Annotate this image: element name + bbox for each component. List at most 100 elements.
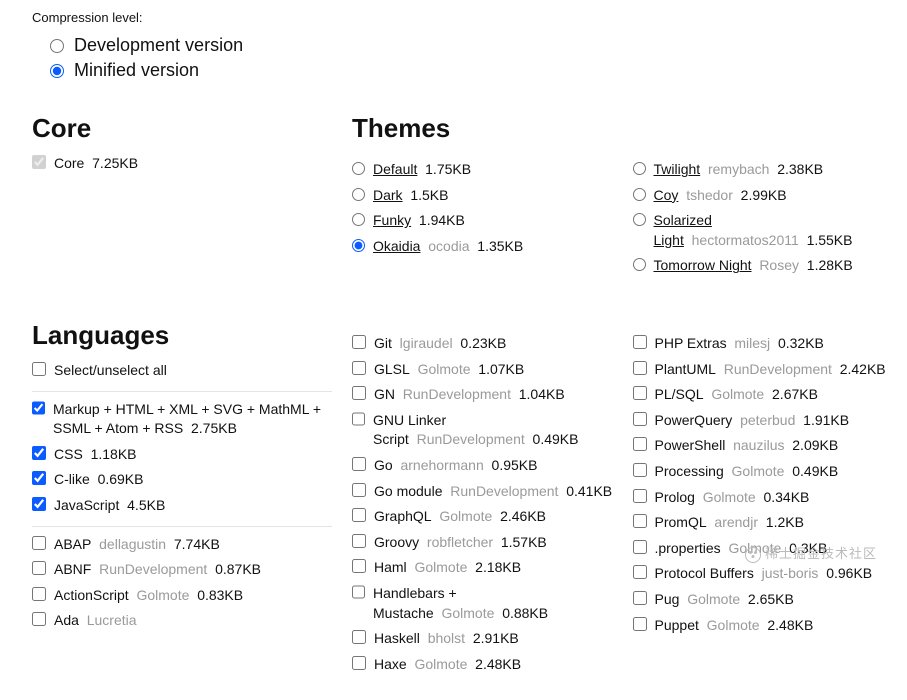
option-row[interactable]: ABNF RunDevelopment 0.87KB xyxy=(32,560,332,580)
option-checkbox[interactable] xyxy=(633,565,647,579)
option-row[interactable]: Dark 1.5KB xyxy=(352,186,613,206)
option-checkbox[interactable] xyxy=(633,335,647,349)
option-checkbox[interactable] xyxy=(32,612,46,626)
option-checkbox[interactable] xyxy=(32,471,46,485)
option-row[interactable]: Core 7.25KB xyxy=(32,154,332,174)
option-row[interactable]: CSS 1.18KB xyxy=(32,445,332,465)
option-row[interactable]: ActionScript Golmote 0.83KB xyxy=(32,586,332,606)
option-row[interactable]: Go module RunDevelopment 0.41KB xyxy=(352,482,613,502)
option-row[interactable]: GNU Linker Script RunDevelopment 0.49KB xyxy=(352,411,613,450)
option-checkbox[interactable] xyxy=(32,536,46,550)
option-row[interactable]: Pug Golmote 2.65KB xyxy=(633,590,894,610)
option-checkbox[interactable] xyxy=(633,412,647,426)
option-row[interactable]: Prolog Golmote 0.34KB xyxy=(633,488,894,508)
option-checkbox[interactable] xyxy=(32,446,46,460)
option-size: 7.74KB xyxy=(174,536,220,552)
option-checkbox[interactable] xyxy=(352,656,366,670)
theme-radio[interactable] xyxy=(352,239,365,252)
option-checkbox[interactable] xyxy=(352,630,366,644)
option-label: Git xyxy=(374,335,392,351)
option-label: PL/SQL xyxy=(655,386,704,402)
option-row[interactable]: JavaScript 4.5KB xyxy=(32,496,332,516)
option-label: ABNF xyxy=(54,561,91,577)
option-checkbox[interactable] xyxy=(633,591,647,605)
option-label: JavaScript xyxy=(54,497,119,513)
compression-radio[interactable] xyxy=(50,64,64,78)
option-row[interactable]: Default 1.75KB xyxy=(352,160,613,180)
option-checkbox[interactable] xyxy=(32,497,46,511)
option-row[interactable]: Go arnehormann 0.95KB xyxy=(352,456,613,476)
option-author: dellagustin xyxy=(99,536,166,552)
compression-option[interactable]: Minified version xyxy=(50,60,893,81)
theme-radio[interactable] xyxy=(633,258,646,271)
option-row[interactable]: Handlebars + Mustache Golmote 0.88KB xyxy=(352,584,613,623)
option-row[interactable]: C-like 0.69KB xyxy=(32,470,332,490)
theme-radio[interactable] xyxy=(633,213,646,226)
option-row[interactable]: PowerQuery peterbud 1.91KB xyxy=(633,411,894,431)
option-label: GraphQL xyxy=(374,508,432,524)
option-row[interactable]: Solarized Light hectormatos2011 1.55KB xyxy=(633,211,894,250)
option-row[interactable]: Groovy robfletcher 1.57KB xyxy=(352,533,613,553)
option-row[interactable]: Protocol Buffers just-boris 0.96KB xyxy=(633,564,894,584)
theme-radio[interactable] xyxy=(352,162,365,175)
option-checkbox[interactable] xyxy=(352,335,366,349)
option-row[interactable]: Processing Golmote 0.49KB xyxy=(633,462,894,482)
compression-radio[interactable] xyxy=(50,39,64,53)
select-all-row[interactable]: Select/unselect all xyxy=(32,361,332,381)
option-size: 1.2KB xyxy=(766,514,804,530)
option-size: 2.42KB xyxy=(840,361,886,377)
option-checkbox[interactable] xyxy=(32,155,46,169)
option-row[interactable]: Markup + HTML + XML + SVG + MathML + SSM… xyxy=(32,400,332,439)
option-row[interactable]: GLSL Golmote 1.07KB xyxy=(352,360,613,380)
option-checkbox[interactable] xyxy=(633,514,647,528)
option-checkbox[interactable] xyxy=(633,437,647,451)
option-checkbox[interactable] xyxy=(32,561,46,575)
option-row[interactable]: PlantUML RunDevelopment 2.42KB xyxy=(633,360,894,380)
option-row[interactable]: Haxe Golmote 2.48KB xyxy=(352,655,613,675)
option-row[interactable]: PromQL arendjr 1.2KB xyxy=(633,513,894,533)
option-checkbox[interactable] xyxy=(633,463,647,477)
option-checkbox[interactable] xyxy=(352,483,366,497)
option-row[interactable]: PHP Extras milesj 0.32KB xyxy=(633,334,894,354)
option-checkbox[interactable] xyxy=(352,386,366,400)
option-row[interactable]: Puppet Golmote 2.48KB xyxy=(633,616,894,636)
option-checkbox[interactable] xyxy=(352,508,366,522)
theme-radio[interactable] xyxy=(633,162,646,175)
option-row[interactable]: .properties Golmote 0.3KB xyxy=(633,539,894,559)
option-row[interactable]: Git lgiraudel 0.23KB xyxy=(352,334,613,354)
option-row[interactable]: ABAP dellagustin 7.74KB xyxy=(32,535,332,555)
option-checkbox[interactable] xyxy=(352,457,366,471)
option-row[interactable]: Tomorrow Night Rosey 1.28KB xyxy=(633,256,894,276)
option-row[interactable]: Coy tshedor 2.99KB xyxy=(633,186,894,206)
option-row[interactable]: Twilight remybach 2.38KB xyxy=(633,160,894,180)
theme-radio[interactable] xyxy=(633,188,646,201)
option-checkbox[interactable] xyxy=(352,534,366,548)
compression-option[interactable]: Development version xyxy=(50,35,893,56)
option-row[interactable]: GraphQL Golmote 2.46KB xyxy=(352,507,613,527)
theme-radio[interactable] xyxy=(352,188,365,201)
option-label: GLSL xyxy=(374,361,410,377)
option-checkbox[interactable] xyxy=(633,489,647,503)
option-checkbox[interactable] xyxy=(352,585,365,599)
option-checkbox[interactable] xyxy=(352,361,366,375)
select-all-checkbox[interactable] xyxy=(32,362,46,376)
option-row[interactable]: Haml Golmote 2.18KB xyxy=(352,558,613,578)
option-checkbox[interactable] xyxy=(633,540,647,554)
option-checkbox[interactable] xyxy=(633,617,647,631)
option-checkbox[interactable] xyxy=(633,386,647,400)
option-checkbox[interactable] xyxy=(32,401,45,415)
option-row[interactable]: Funky 1.94KB xyxy=(352,211,613,231)
option-row[interactable]: Haskell bholst 2.91KB xyxy=(352,629,613,649)
option-checkbox[interactable] xyxy=(352,559,366,573)
option-row[interactable]: GN RunDevelopment 1.04KB xyxy=(352,385,613,405)
option-row[interactable]: Ada Lucretia xyxy=(32,611,332,631)
option-row[interactable]: Okaidia ocodia 1.35KB xyxy=(352,237,613,257)
divider xyxy=(32,391,332,392)
option-checkbox[interactable] xyxy=(352,412,365,426)
option-row[interactable]: PL/SQL Golmote 2.67KB xyxy=(633,385,894,405)
theme-radio[interactable] xyxy=(352,213,365,226)
option-checkbox[interactable] xyxy=(633,361,647,375)
option-author: RunDevelopment xyxy=(724,361,832,377)
option-row[interactable]: PowerShell nauzilus 2.09KB xyxy=(633,436,894,456)
option-checkbox[interactable] xyxy=(32,587,46,601)
